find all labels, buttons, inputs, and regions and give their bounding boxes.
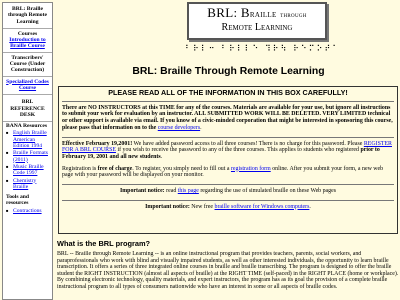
notice-text: Important notice: [145, 203, 190, 210]
bana-link-formats[interactable]: Braille Formats (2011) [13, 150, 48, 162]
list-item[interactable]: Chemistry Braille [6, 178, 50, 191]
notice-text: Effective February 19,2001! [62, 140, 133, 147]
reference-desk-label: BRL REFERENCE DESK [3, 95, 52, 123]
notice-text: New free [189, 203, 215, 210]
tools-list: Contractions [3, 208, 52, 215]
sidebar-header: BRL: Braille through Remote Learning [3, 3, 52, 29]
notice-text: if you wish to receive the password to a… [115, 147, 361, 154]
bana-list: English Braille American Edition 1994 Br… [3, 130, 52, 190]
notice-text: free of charge [97, 165, 133, 172]
course-developers-link[interactable]: course developers [158, 125, 200, 131]
bana-link-ebae[interactable]: English Braille American Edition 1994 [13, 130, 47, 149]
notice-box: PLEASE READ ALL OF THE INFORMATION IN TH… [58, 86, 398, 234]
logo-text-part: EARNING [260, 24, 293, 32]
sidebar: BRL: Braille through Remote Learning Cou… [2, 2, 53, 300]
notice-text: read [164, 188, 178, 195]
list-item[interactable]: Contractions [6, 208, 50, 215]
brl-logo: BRL: BRAILLE THROUGH REMOTE LEARNING [187, 2, 327, 40]
notice-paragraph-password: Effective February 19,2001! We have adde… [62, 141, 394, 161]
logo-text-part: EMOTE [228, 24, 253, 32]
notice-text: . To register, you simply need to fill o… [132, 165, 231, 172]
notice-text: . [160, 153, 163, 160]
main-content: BRL: BRAILLE THROUGH REMOTE LEARNING ⠃⠗⠇… [57, 0, 400, 300]
list-item[interactable]: Music Braille Code 1997 [6, 164, 50, 177]
notice-software: Important notice: New free braille softw… [62, 204, 394, 211]
notice-text: There are NO INSTRUCTORS at this TIME fo… [62, 104, 393, 131]
section-title: What is the BRL program? [57, 239, 151, 248]
list-item[interactable]: English Braille American Edition 1994 [6, 130, 50, 149]
bana-link-music[interactable]: Music Braille Code 1997 [13, 164, 44, 176]
bana-link-chemistry[interactable]: Chemistry Braille [13, 178, 36, 190]
logo-subtitle: REMOTE LEARNING [189, 23, 325, 33]
page-title: BRL: Braille Through Remote Learning [132, 66, 325, 77]
notice-text: Registration is [62, 165, 98, 172]
notice-text: regarding the use of simulated braille o… [198, 188, 337, 195]
logo-text-part: THROUGH [280, 14, 307, 19]
notice-heading: PLEASE READ ALL OF THE INFORMATION IN TH… [62, 89, 394, 102]
tools-link-contractions[interactable]: Contractions [13, 208, 42, 214]
braille-title-line: ⠃⠗⠇⠒ ⠃⠗⠇⠇⠑ ⠹⠗⠳ ⠗⠑⠍⠕⠞⠑ ⠇⠑⠜⠝⠬ [185, 44, 335, 53]
tools-label: Tools and resources [6, 194, 29, 207]
logo-title: BRL: BRAILLE THROUGH [189, 4, 325, 23]
sidebar-link-intro-course[interactable]: Introduction to Braille Course [3, 37, 52, 50]
notice-text: . [309, 203, 311, 210]
notice-text: We have added password access to all thr… [132, 140, 364, 147]
notice-text: Important notice: [119, 188, 165, 195]
logo-text-part: BRL: B [207, 5, 250, 20]
sidebar-item-transcribers-course: Transcribers' Course (Under Construction… [9, 54, 46, 74]
courses-label: Courses [17, 30, 38, 37]
braille-software-link[interactable]: braille software for Windows computers [215, 204, 310, 210]
program-description: BRL -- Braille through Remote Learning -… [57, 251, 399, 290]
notice-paragraph-registration: Registration is free of charge. To regis… [62, 166, 394, 179]
notice-simulated-braille: Important notice: read this page regardi… [62, 188, 394, 195]
this-page-link[interactable]: this page [178, 188, 199, 194]
list-item[interactable]: Braille Formats (2011) [6, 150, 50, 163]
registration-form-link[interactable]: registration form [231, 166, 271, 172]
logo-text-part: RAILLE [249, 11, 277, 19]
sidebar-link-specialized-course[interactable]: Specialized Codes Course [3, 79, 52, 92]
notice-text: . [200, 124, 202, 131]
bana-label: BANA Resources [6, 123, 48, 130]
notice-paragraph-instructors: There are NO INSTRUCTORS at this TIME fo… [62, 105, 394, 132]
